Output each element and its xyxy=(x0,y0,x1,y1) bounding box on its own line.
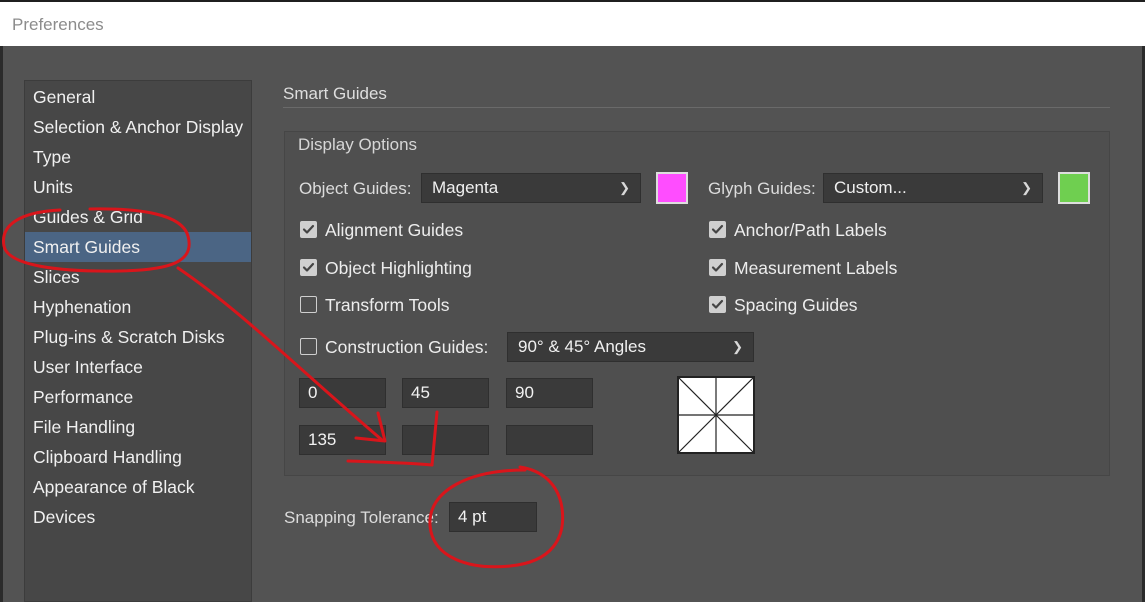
sidebar-item-appearance-of-black[interactable]: Appearance of Black xyxy=(25,472,251,502)
sidebar-item-user-interface[interactable]: User Interface xyxy=(25,352,251,382)
object-highlighting-label: Object Highlighting xyxy=(325,258,472,278)
construction-guides-select[interactable]: 90° & 45° Angles ❯ xyxy=(507,332,754,362)
angle-field-5[interactable] xyxy=(402,425,489,455)
checkmark-icon xyxy=(302,224,315,234)
angle-field-4[interactable]: 135 xyxy=(299,425,386,455)
alignment-guides-label: Alignment Guides xyxy=(325,220,464,240)
glyph-guides-label: Glyph Guides: xyxy=(708,179,816,198)
spacing-guides-label: Spacing Guides xyxy=(734,295,858,315)
sidebar-item-general[interactable]: General xyxy=(25,82,251,112)
measurement-labels-label: Measurement Labels xyxy=(734,258,898,278)
sidebar-item-devices[interactable]: Devices xyxy=(25,502,251,532)
sidebar-item-hyphenation[interactable]: Hyphenation xyxy=(25,292,251,322)
section-title: Smart Guides xyxy=(283,84,387,103)
glyph-guides-select[interactable]: Custom... ❯ xyxy=(823,173,1043,203)
object-guides-select[interactable]: Magenta ❯ xyxy=(421,173,641,203)
anchor-path-labels-label: Anchor/Path Labels xyxy=(734,220,887,240)
object-guides-value: Magenta xyxy=(432,178,499,197)
checkmark-icon xyxy=(711,224,724,234)
chevron-down-icon: ❯ xyxy=(619,180,630,195)
checkmark-icon xyxy=(711,299,724,309)
sidebar-item-slices[interactable]: Slices xyxy=(25,262,251,292)
preferences-sidebar: General Selection & Anchor Display Type … xyxy=(24,80,252,602)
angle-field-3[interactable]: 90 xyxy=(506,378,593,408)
sidebar-item-units[interactable]: Units xyxy=(25,172,251,202)
window-title: Preferences xyxy=(12,15,104,34)
object-guides-label: Object Guides: xyxy=(299,179,412,198)
angle-field-6[interactable] xyxy=(506,425,593,455)
sidebar-item-smart-guides[interactable]: Smart Guides xyxy=(25,232,251,262)
construction-guides-value: 90° & 45° Angles xyxy=(518,337,646,356)
sidebar-item-plugins-scratch-disks[interactable]: Plug-ins & Scratch Disks xyxy=(25,322,251,352)
sidebar-item-guides-grid[interactable]: Guides & Grid xyxy=(25,202,251,232)
anchor-path-labels-checkbox[interactable] xyxy=(709,221,726,238)
section-divider xyxy=(283,107,1110,108)
window-left-edge xyxy=(0,46,3,602)
sidebar-item-performance[interactable]: Performance xyxy=(25,382,251,412)
construction-guides-checkbox[interactable] xyxy=(300,338,317,355)
object-highlighting-checkbox[interactable] xyxy=(300,259,317,276)
chevron-down-icon: ❯ xyxy=(732,339,743,354)
angle-field-2[interactable]: 45 xyxy=(402,378,489,408)
object-guides-color-swatch[interactable] xyxy=(656,172,688,204)
alignment-guides-checkbox[interactable] xyxy=(300,221,317,238)
glyph-guides-value: Custom... xyxy=(834,178,907,197)
sidebar-item-file-handling[interactable]: File Handling xyxy=(25,412,251,442)
measurement-labels-checkbox[interactable] xyxy=(709,259,726,276)
construction-guides-label: Construction Guides: xyxy=(325,337,489,357)
angle-field-1[interactable]: 0 xyxy=(299,378,386,408)
sidebar-item-selection-anchor-display[interactable]: Selection & Anchor Display xyxy=(25,112,251,142)
snapping-tolerance-label: Snapping Tolerance: xyxy=(284,508,439,527)
sidebar-item-type[interactable]: Type xyxy=(25,142,251,172)
checkmark-icon xyxy=(302,262,315,272)
angles-preview-icon xyxy=(677,376,755,454)
snapping-tolerance-field[interactable]: 4 pt xyxy=(449,502,537,532)
transform-tools-checkbox[interactable] xyxy=(300,296,317,313)
display-options-title: Display Options xyxy=(298,135,418,154)
glyph-guides-color-swatch[interactable] xyxy=(1058,172,1090,204)
title-bar: Preferences xyxy=(0,0,1145,46)
chevron-down-icon: ❯ xyxy=(1021,180,1032,195)
spacing-guides-checkbox[interactable] xyxy=(709,296,726,313)
checkmark-icon xyxy=(711,262,724,272)
transform-tools-label: Transform Tools xyxy=(325,295,450,315)
sidebar-item-clipboard-handling[interactable]: Clipboard Handling xyxy=(25,442,251,472)
